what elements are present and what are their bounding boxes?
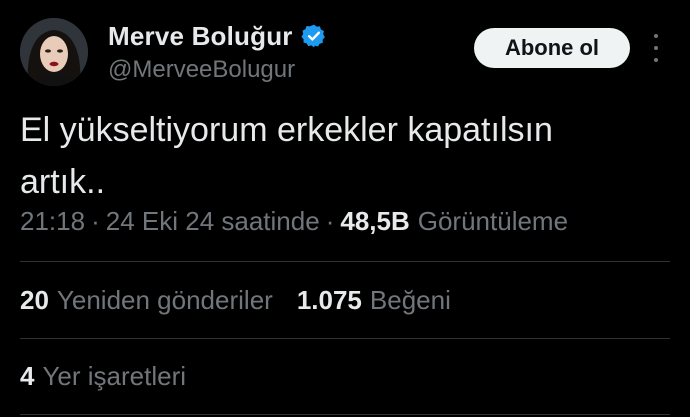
views-count: 48,5B	[340, 206, 410, 236]
meta-separator: ·	[91, 206, 100, 236]
author-name-row: Merve Boluğur	[108, 18, 327, 54]
tweet-card: Merve Boluğur @MerveeBolugur Abone ol El…	[0, 0, 690, 417]
author-display-name[interactable]: Merve Boluğur	[108, 21, 293, 52]
likes-label: Beğeni	[369, 285, 451, 315]
avatar-image	[20, 18, 88, 86]
divider	[20, 338, 670, 339]
more-dot	[654, 34, 658, 38]
reposts-count: 20	[20, 285, 49, 315]
more-options-icon[interactable]	[646, 34, 666, 62]
bookmarks-count: 4	[20, 361, 35, 391]
author-handle[interactable]: @MerveeBolugur	[108, 56, 295, 84]
more-dot	[654, 46, 658, 50]
engagement-stats: 20 Yeniden gönderiler 1.075 Beğeni	[20, 285, 451, 316]
tweet-text: El yükseltiyorum erkekler kapatılsın art…	[20, 111, 553, 201]
bookmarks-stat[interactable]: 4 Yer işaretleri	[20, 361, 186, 392]
verified-badge-icon	[301, 23, 327, 49]
meta-separator: ·	[325, 206, 335, 236]
tweet-meta: 21:18 · 24 Eki 24 saatinde · 48,5B Görün…	[20, 206, 568, 237]
likes-stat[interactable]: 1.075 Beğeni	[297, 285, 451, 316]
tweet-time[interactable]: 21:18	[20, 206, 85, 237]
reposts-stat[interactable]: 20 Yeniden gönderiler	[20, 285, 273, 316]
avatar[interactable]	[20, 18, 88, 86]
divider	[20, 261, 670, 262]
divider	[20, 414, 670, 415]
views-label: Görüntüleme	[417, 206, 569, 236]
reposts-label: Yeniden gönderiler	[56, 285, 273, 315]
bookmarks-stats: 4 Yer işaretleri	[20, 361, 186, 392]
more-dot	[654, 58, 658, 62]
likes-count: 1.075	[296, 285, 362, 315]
tweet-date[interactable]: 24 Eki 24 saatinde	[106, 206, 320, 237]
bookmarks-label: Yer işaretleri	[42, 361, 187, 391]
follow-button[interactable]: Abone ol	[474, 28, 630, 68]
